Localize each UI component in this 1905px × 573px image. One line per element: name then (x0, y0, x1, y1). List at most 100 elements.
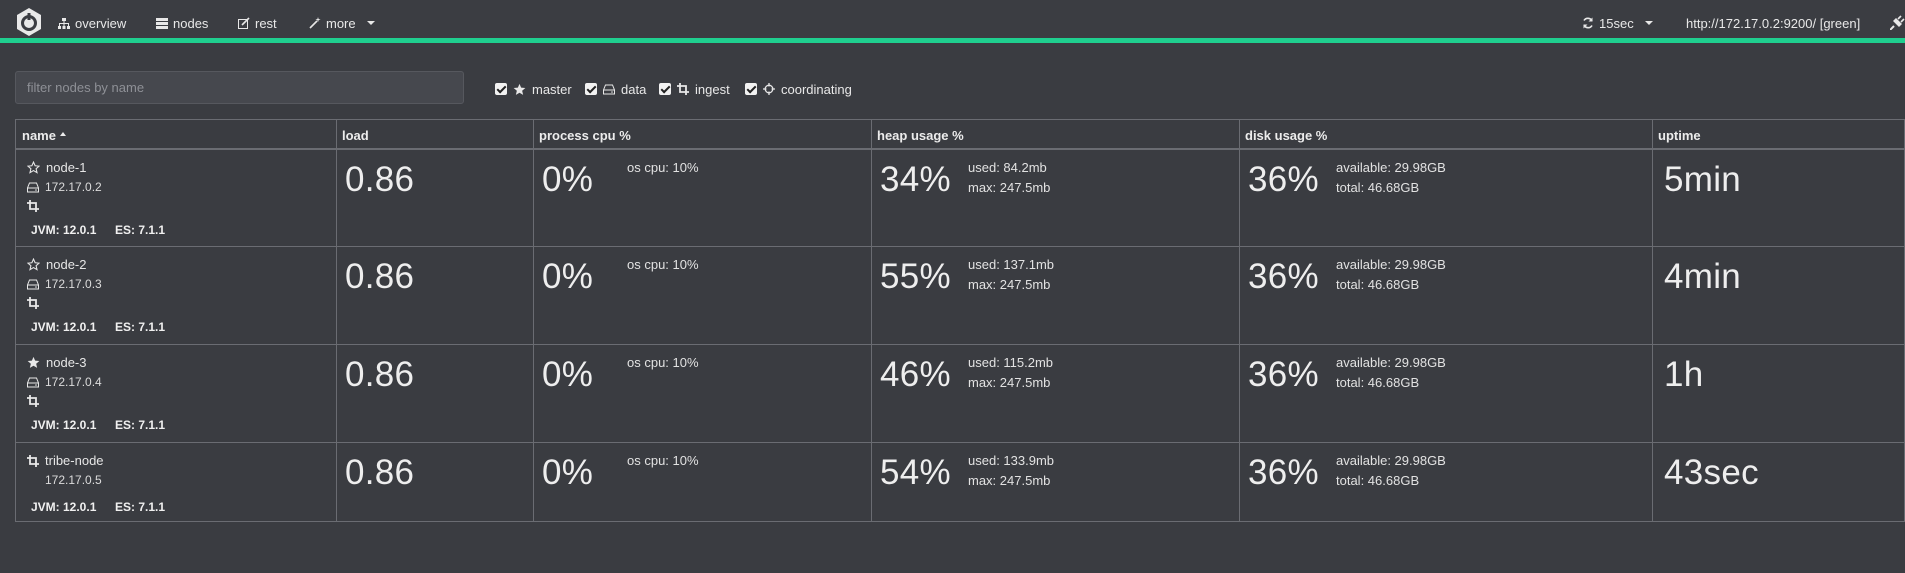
star-filled-icon (27, 356, 40, 368)
column-header-name[interactable]: name (22, 128, 66, 143)
master-checkbox[interactable] (495, 83, 507, 95)
role-filter-master[interactable]: master (495, 81, 572, 97)
disk-total: total: 46.68GB (1336, 375, 1420, 390)
load-value: 0.86 (345, 160, 415, 199)
hdd-icon (27, 377, 39, 387)
disk-available: available: 29.98GB (1336, 355, 1446, 370)
disk-available: available: 29.98GB (1336, 453, 1446, 468)
jvm-version: JVM: 12.0.1 (31, 500, 97, 514)
node-name[interactable]: node-1 (27, 160, 86, 175)
sort-ascending-icon (59, 131, 66, 136)
role-filter-data[interactable]: data (585, 81, 646, 97)
heap-max: max: 247.5mb (968, 277, 1051, 292)
table-row: node-2 172.17.0.3 JVM: 12.0.1 ES: 7.1.1 … (16, 247, 1904, 344)
column-header-label: uptime (1658, 128, 1701, 143)
data-label: data (621, 81, 647, 97)
cpu-value: 0% (542, 355, 594, 394)
os-cpu: os cpu: 10% (627, 257, 699, 272)
uptime-value: 1h (1664, 355, 1704, 394)
node-name-label: node-2 (46, 257, 87, 272)
column-header-load[interactable]: load (342, 128, 369, 143)
coordinating-checkbox[interactable] (745, 83, 757, 95)
master-label: master (532, 81, 572, 97)
sitemap-icon (58, 17, 70, 29)
hdd-icon (27, 279, 39, 289)
jvm-version: JVM: 12.0.1 (31, 223, 97, 237)
magic-wand-icon (309, 17, 321, 29)
column-header-label: process cpu % (539, 128, 631, 143)
role-filter-ingest[interactable]: ingest (659, 81, 730, 97)
column-header-label: load (342, 128, 369, 143)
node-ip: 172.17.0.2 (27, 180, 102, 194)
heap-max: max: 247.5mb (968, 473, 1051, 488)
column-header-label: heap usage % (877, 128, 964, 143)
role-filter-coordinating[interactable]: coordinating (745, 81, 852, 97)
es-version: ES: 7.1.1 (115, 320, 166, 334)
disk-value: 36% (1248, 257, 1319, 296)
cpu-value: 0% (542, 453, 594, 492)
cpu-value: 0% (542, 160, 594, 199)
node-name[interactable]: node-2 (27, 257, 86, 272)
star-outline-icon (27, 258, 40, 271)
heap-used: used: 84.2mb (968, 160, 1047, 175)
load-value: 0.86 (345, 453, 415, 492)
disk-value: 36% (1248, 355, 1319, 394)
column-header-process-cpu[interactable]: process cpu % (539, 128, 631, 143)
column-header-label: disk usage % (1245, 128, 1328, 143)
cluster-url-label: http://172.17.0.2:9200/ [green] (1686, 15, 1861, 31)
os-cpu: os cpu: 10% (627, 355, 699, 370)
nav-nodes[interactable]: nodes (156, 15, 208, 31)
uptime-value: 43sec (1664, 453, 1759, 492)
refresh-interval-dropdown[interactable]: 15sec (1582, 15, 1653, 31)
node-ip-label: 172.17.0.2 (45, 180, 102, 194)
column-header-disk-usage[interactable]: disk usage % (1245, 128, 1327, 143)
cerebro-logo-icon[interactable] (14, 7, 44, 37)
plug-icon[interactable] (1890, 15, 1905, 30)
os-cpu: os cpu: 10% (627, 453, 699, 468)
cpu-value: 0% (542, 257, 594, 296)
column-header-heap-usage[interactable]: heap usage % (877, 128, 964, 143)
node-name[interactable]: node-3 (27, 355, 86, 370)
node-ip-label: 172.17.0.5 (45, 473, 102, 487)
node-ip-label: 172.17.0.4 (45, 375, 102, 389)
refresh-interval-label: 15sec (1599, 15, 1634, 31)
es-version: ES: 7.1.1 (115, 418, 166, 432)
star-icon (513, 83, 526, 95)
nav-overview-label: overview (75, 15, 127, 31)
heap-value: 34% (880, 160, 951, 199)
node-ip: 172.17.0.3 (27, 277, 102, 291)
nav-more-dropdown[interactable]: more (309, 15, 375, 31)
nav-rest[interactable]: rest (238, 15, 277, 31)
heap-used: used: 137.1mb (968, 257, 1055, 272)
filter-nodes-input[interactable] (15, 71, 464, 104)
es-version: ES: 7.1.1 (115, 500, 166, 514)
node-ip: 172.17.0.4 (27, 375, 102, 389)
ingest-checkbox[interactable] (659, 83, 671, 95)
chevron-down-icon (366, 21, 375, 25)
es-version: ES: 7.1.1 (115, 223, 166, 237)
load-value: 0.86 (345, 257, 415, 296)
nav-overview[interactable]: overview (58, 15, 126, 31)
disk-value: 36% (1248, 453, 1319, 492)
hdd-icon (27, 182, 39, 192)
heap-used: used: 115.2mb (968, 355, 1054, 370)
cluster-url[interactable]: http://172.17.0.2:9200/ [green] (1686, 15, 1860, 31)
node-name-label: tribe-node (45, 453, 104, 468)
disk-value: 36% (1248, 160, 1319, 199)
column-header-label: name (22, 128, 56, 143)
crop-icon (27, 297, 39, 309)
data-checkbox[interactable] (585, 83, 597, 95)
refresh-icon (1583, 17, 1593, 29)
column-header-uptime[interactable]: uptime (1658, 128, 1701, 143)
heap-max: max: 247.5mb (968, 375, 1051, 390)
nav-nodes-label: nodes (173, 15, 209, 31)
jvm-version: JVM: 12.0.1 (31, 320, 97, 334)
nav-more-label: more (326, 15, 356, 31)
disk-total: total: 46.68GB (1336, 473, 1420, 488)
disk-available: available: 29.98GB (1336, 160, 1446, 175)
heap-max: max: 247.5mb (968, 180, 1051, 195)
nodes-table: name load process cpu % heap usage % dis… (15, 119, 1905, 522)
crop-icon (27, 454, 39, 467)
node-name[interactable]: tribe-node (27, 453, 104, 468)
disk-total: total: 46.68GB (1336, 277, 1420, 292)
